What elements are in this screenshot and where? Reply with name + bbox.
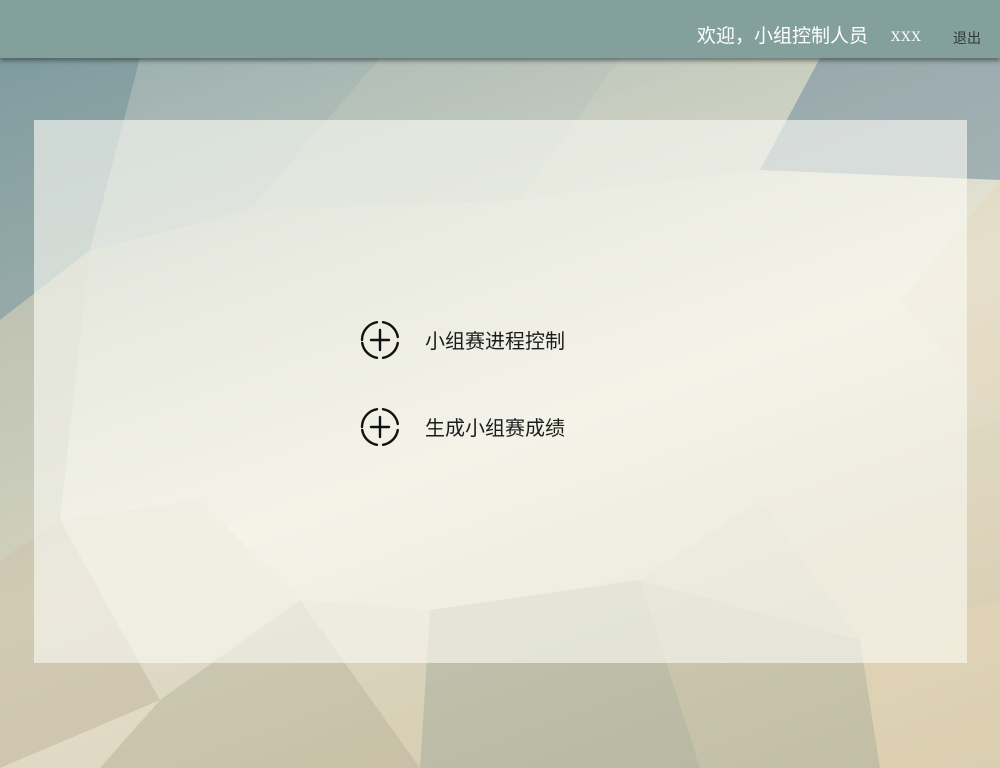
user-name: XXX [891, 30, 922, 45]
logout-link[interactable]: 退出 [953, 30, 981, 48]
add-circle-icon [360, 408, 399, 446]
page: 欢迎，小组控制人员 XXX 退出 小组赛进程控制 生成小组赛成绩 [0, 0, 1000, 768]
top-header-bar: 欢迎，小组控制人员 XXX 退出 [0, 0, 1000, 58]
menu-item-group-stage-control[interactable]: 小组赛进程控制 [357, 317, 637, 363]
welcome-message: 欢迎，小组控制人员 [697, 25, 869, 47]
menu-item-label: 小组赛进程控制 [425, 329, 565, 353]
menu-item-label: 生成小组赛成绩 [425, 416, 565, 440]
menu-item-generate-group-results[interactable]: 生成小组赛成绩 [357, 404, 637, 450]
main-panel [34, 120, 967, 663]
add-circle-icon [360, 321, 399, 359]
